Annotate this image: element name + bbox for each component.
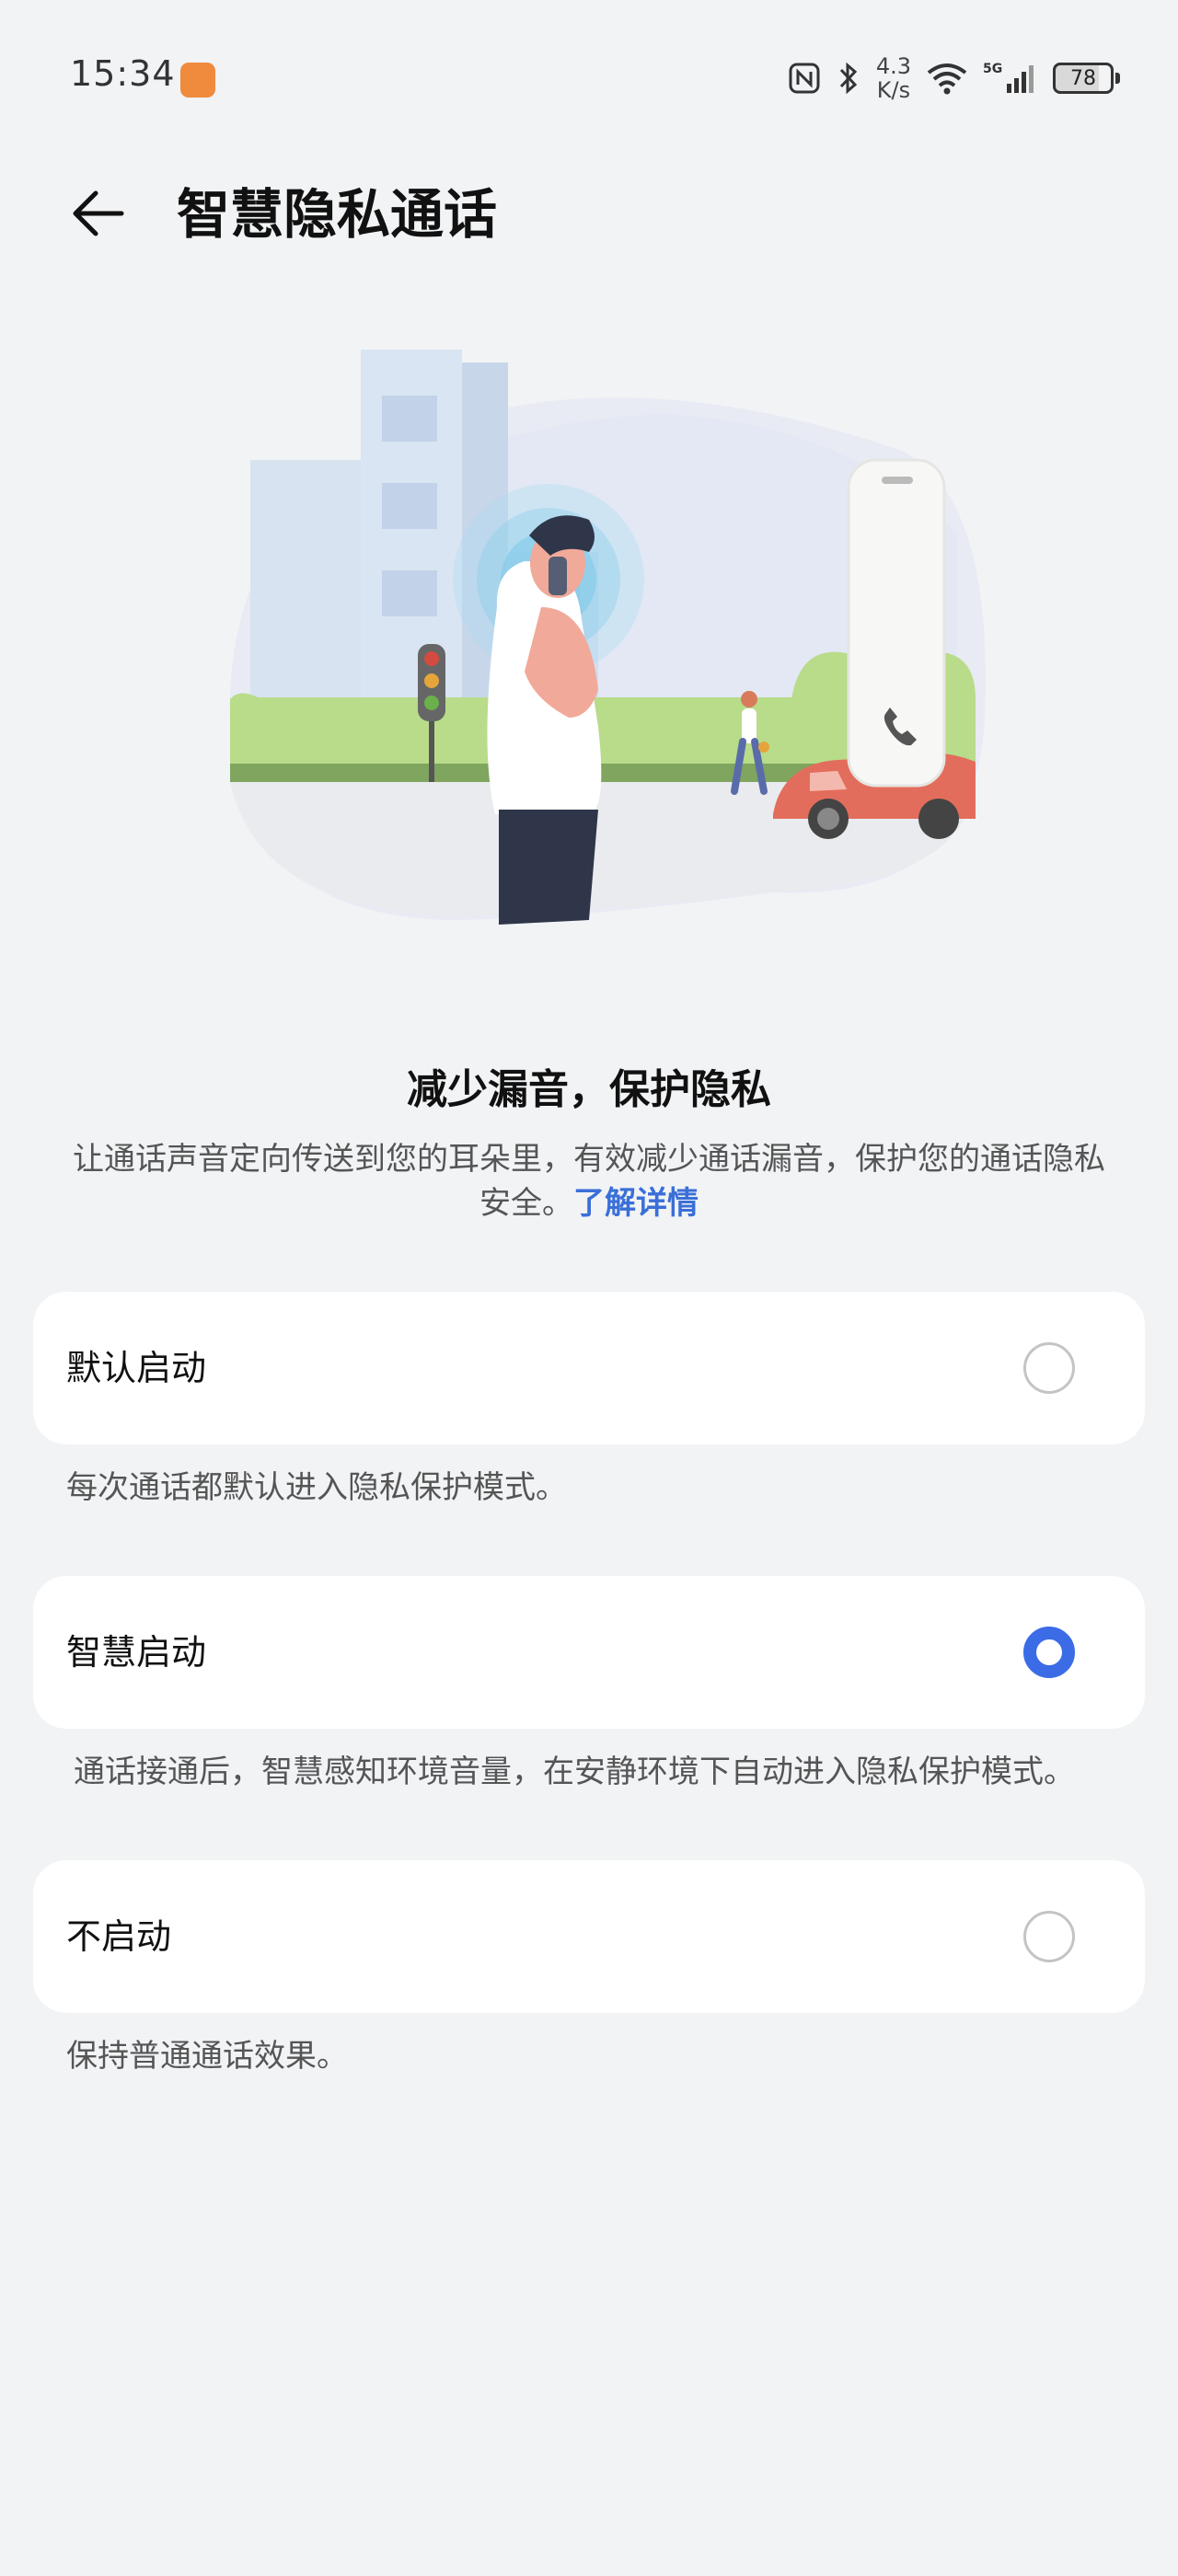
option-default-start[interactable]: 默认启动 (33, 1292, 1145, 1444)
privacy-call-illustration (202, 331, 1012, 938)
svg-text:5G: 5G (983, 62, 1002, 76)
radio-smart-start[interactable] (1023, 1627, 1075, 1678)
radio-no-start[interactable] (1023, 1911, 1075, 1962)
wifi-icon (926, 61, 968, 96)
bluetooth-icon (836, 60, 861, 97)
option-description: 每次通话都默认进入隐私保护模式。 (66, 1469, 567, 1506)
notification-app-icon (180, 63, 215, 98)
option-description: 通话接通后，智慧感知环境音量，在安静环境下自动进入隐私保护模式。 (74, 1754, 1075, 1790)
arrow-left-icon (73, 190, 124, 236)
option-no-start[interactable]: 不启动 (33, 1860, 1145, 2013)
option-label: 不启动 (66, 1916, 172, 1957)
status-icons: 4.3 K/s 5G 78 (788, 46, 1120, 110)
option-label: 智慧启动 (66, 1632, 207, 1673)
back-button[interactable] (61, 177, 134, 250)
intro-description: 让通话声音定向传送到您的耳朵里，有效减少通话漏音，保护您的通话隐私安全。了解详情 (64, 1137, 1114, 1225)
status-bar: 15:34 4.3 K/s 5G 78 (0, 0, 1178, 156)
net-speed-unit: K/s (876, 77, 911, 103)
signal-5g-icon: 5G (983, 60, 1038, 97)
net-speed: 4.3 K/s (876, 54, 911, 102)
status-time: 15:34 (70, 53, 176, 94)
option-smart-start[interactable]: 智慧启动 (33, 1576, 1145, 1729)
header: 智慧隐私通话 (0, 156, 1178, 258)
learn-more-link[interactable]: 了解详情 (573, 1185, 699, 1222)
nfc-icon (788, 62, 821, 95)
option-description: 保持普通通话效果。 (66, 2038, 348, 2075)
battery-icon: 78 (1053, 63, 1120, 94)
option-label: 默认启动 (66, 1348, 207, 1388)
net-speed-value: 4.3 (875, 53, 911, 79)
page-title: 智慧隐私通话 (177, 183, 498, 246)
radio-default-start[interactable] (1023, 1342, 1075, 1394)
intro-title: 减少漏音，保护隐私 (407, 1066, 771, 1113)
